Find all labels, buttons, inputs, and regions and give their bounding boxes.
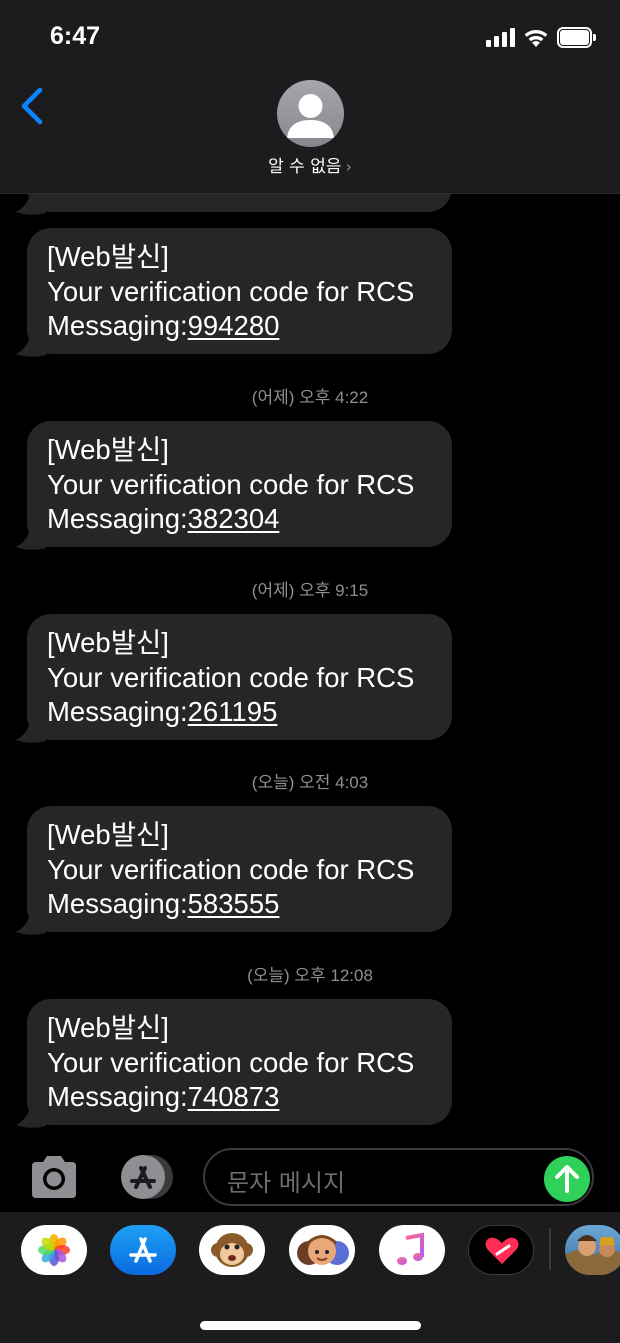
conversation-header: 6:47 알 수 없음 › xyxy=(0,0,620,194)
message-prefix: Messaging: xyxy=(47,888,188,919)
memoji-app-button[interactable] xyxy=(289,1225,355,1275)
contact-avatar[interactable] xyxy=(277,80,344,147)
message-tag: [Web발신] xyxy=(47,819,169,850)
message-prefix: Messaging: xyxy=(47,310,188,341)
photos-app-button[interactable] xyxy=(21,1225,87,1275)
bubble-tail-icon xyxy=(16,520,46,550)
app-store-icon xyxy=(129,1237,157,1263)
battery-icon xyxy=(557,27,597,48)
verification-code-link[interactable]: 994280 xyxy=(188,310,280,341)
message-bubble[interactable]: [Web발신] Your verification code for RCS M… xyxy=(16,421,452,550)
music-icon xyxy=(397,1232,424,1265)
contact-name: 알 수 없음 xyxy=(268,157,342,177)
imessage-app-drawer xyxy=(0,1212,620,1343)
send-button[interactable] xyxy=(544,1156,590,1202)
message-input[interactable]: 문자 메시지 xyxy=(203,1148,594,1206)
message-prefix: Messaging: xyxy=(47,1081,188,1112)
music-app-button[interactable] xyxy=(379,1225,445,1275)
message-timestamp: (오늘) 오후 12:08 xyxy=(247,966,373,985)
status-bar-time: 6:47 xyxy=(50,22,101,50)
memoji-icon xyxy=(297,1235,349,1265)
contact-name-row[interactable]: 알 수 없음 › xyxy=(0,152,620,177)
person-silhouette-icon xyxy=(287,94,334,138)
camera-button[interactable] xyxy=(27,1154,81,1200)
cellular-signal-icon xyxy=(486,28,516,47)
wifi-icon xyxy=(524,29,548,47)
verification-code-link[interactable]: 261195 xyxy=(188,696,278,727)
game-app-icon xyxy=(565,1235,620,1275)
drawer-divider xyxy=(549,1228,551,1270)
message-input-placeholder: 문자 메시지 xyxy=(227,1169,346,1197)
message-text: Your verification code for RCS xyxy=(47,661,415,693)
message-bubble[interactable]: [Web발신] Your verification code for RCS M… xyxy=(16,228,452,357)
app-store-app-button[interactable] xyxy=(110,1225,176,1275)
message-text: Your verification code for RCS xyxy=(47,468,415,500)
message-prefix: Messaging: xyxy=(47,503,188,534)
digital-touch-app-button[interactable] xyxy=(468,1225,534,1275)
message-timestamp: (오늘) 오전 4:03 xyxy=(251,773,369,792)
message-text: Your verification code for RCS xyxy=(47,275,415,307)
message-tag: [Web발신] xyxy=(47,434,169,465)
message-thread[interactable]: [Web발신] Your verification code for RCS M… xyxy=(0,0,620,1343)
message-tag: [Web발신] xyxy=(47,241,169,272)
bubble-tail-icon xyxy=(16,327,46,357)
message-prefix: Messaging: xyxy=(47,696,188,727)
game-app-button[interactable] xyxy=(565,1225,620,1275)
message-bubble[interactable]: [Web발신] Your verification code for RCS M… xyxy=(16,614,452,743)
bubble-tail-icon xyxy=(16,905,46,935)
verification-code-link[interactable]: 583555 xyxy=(188,888,280,919)
message-bubble[interactable]: [Web발신] Your verification code for RCS M… xyxy=(16,999,452,1128)
message-timestamp: (어제) 오후 9:15 xyxy=(251,581,369,600)
photos-icon xyxy=(38,1234,70,1266)
bubble-tail-icon xyxy=(16,1098,46,1128)
chevron-right-icon: › xyxy=(345,157,352,176)
message-text: Your verification code for RCS xyxy=(47,1046,415,1078)
home-indicator xyxy=(200,1321,421,1330)
digital-touch-icon xyxy=(485,1237,519,1264)
message-bubble[interactable]: [Web발신] Your verification code for RCS M… xyxy=(16,806,452,935)
app-store-button[interactable] xyxy=(114,1153,176,1201)
bubble-tail-icon xyxy=(16,713,46,743)
message-text: Your verification code for RCS xyxy=(47,853,415,885)
arrow-up-icon xyxy=(555,1165,579,1193)
back-button[interactable] xyxy=(14,84,54,128)
animoji-icon xyxy=(211,1233,253,1267)
verification-code-link[interactable]: 382304 xyxy=(188,503,280,534)
message-timestamp: (어제) 오후 4:22 xyxy=(251,388,369,407)
message-tag: [Web발신] xyxy=(47,1012,169,1043)
message-tag: [Web발신] xyxy=(47,627,169,658)
verification-code-link[interactable]: 740873 xyxy=(188,1081,280,1112)
animoji-app-button[interactable] xyxy=(199,1225,265,1275)
